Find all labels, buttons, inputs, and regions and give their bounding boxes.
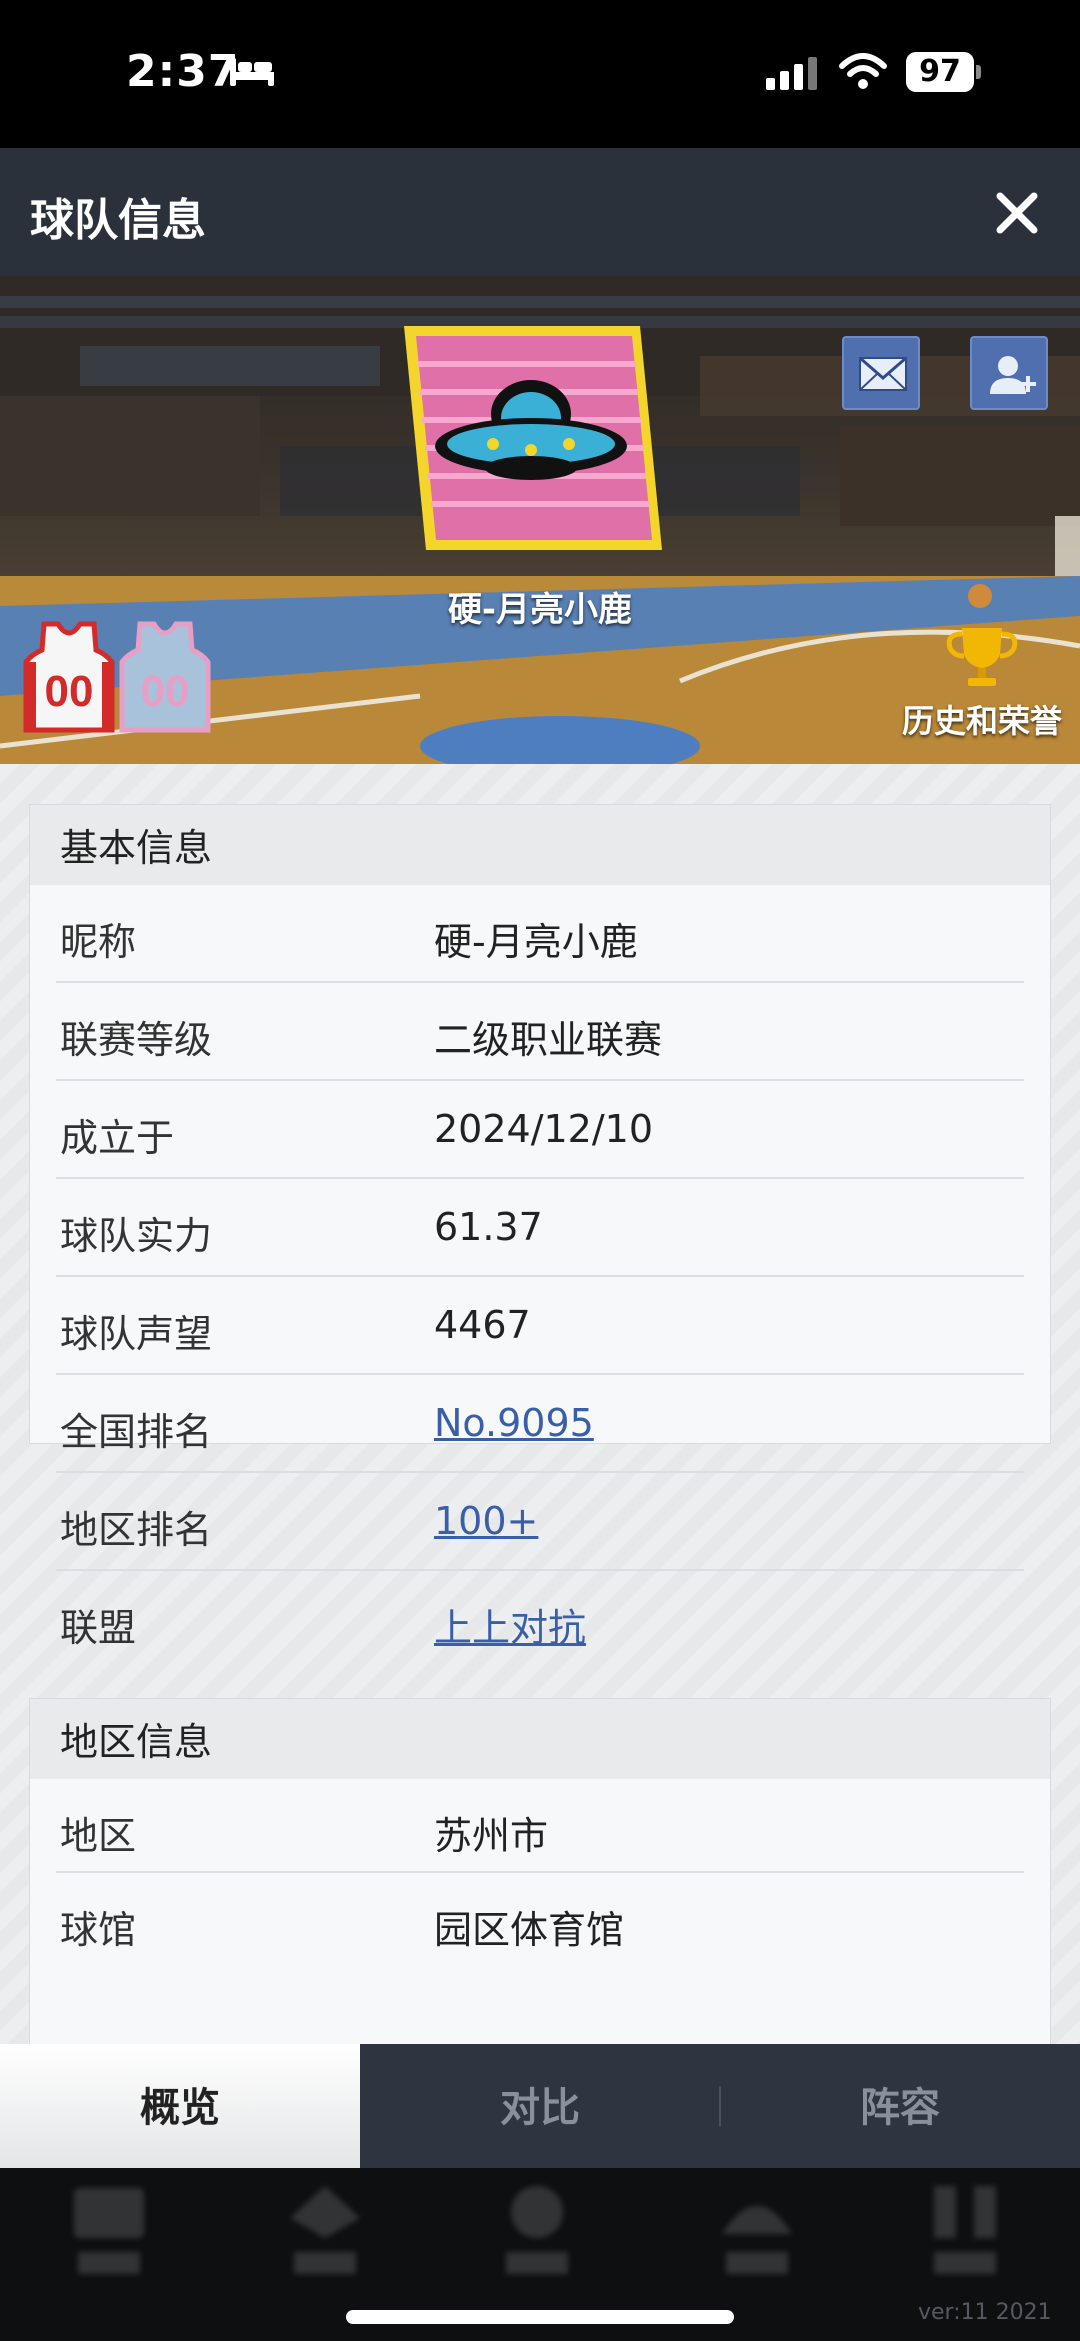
away-jersey-number: 00: [141, 667, 190, 716]
history-honors-button[interactable]: 历史和荣誉: [892, 624, 1072, 744]
content-area[interactable]: 基本信息 昵称 硬-月亮小鹿 联赛等级 二级职业联赛 成立于 2024/12/1…: [0, 764, 1080, 2044]
row-value: 园区体育馆: [434, 1908, 625, 1952]
nav-icon-blurred: [74, 2188, 144, 2274]
history-honors-label: 历史和荣誉: [901, 702, 1062, 740]
bottom-tab-bar: 概览 对比 阵容: [0, 2044, 1080, 2168]
info-row-reputation: 球队声望 4467: [56, 1277, 1024, 1375]
team-logo: [404, 326, 662, 550]
tab-overview[interactable]: 概览: [0, 2044, 360, 2168]
info-row-arena: 球馆 园区体育馆: [56, 1873, 1024, 1967]
row-label: 成立于: [60, 1116, 175, 1160]
nav-icon-blurred: [722, 2206, 792, 2274]
row-label: 球队实力: [60, 1214, 213, 1258]
nav-icon-blurred: [290, 2186, 360, 2274]
page-title: 球队信息: [30, 195, 206, 246]
row-value: 二级职业联赛: [434, 1018, 663, 1062]
wifi-icon: [839, 53, 887, 89]
add-friend-button[interactable]: [970, 336, 1048, 410]
home-jersey-icon[interactable]: 00: [22, 620, 116, 734]
row-label: 全国排名: [60, 1410, 213, 1454]
info-row-nickname: 昵称 硬-月亮小鹿: [56, 885, 1024, 983]
info-row-league-level: 联赛等级 二级职业联赛: [56, 983, 1024, 1081]
basic-info-card: 基本信息 昵称 硬-月亮小鹿 联赛等级 二级职业联赛 成立于 2024/12/1…: [29, 804, 1051, 1650]
row-label: 联盟: [60, 1606, 137, 1650]
info-row-strength: 球队实力 61.37: [56, 1179, 1024, 1277]
cellular-signal-icon: [766, 57, 817, 90]
row-label: 球馆: [60, 1908, 137, 1952]
nav-icon-blurred: [506, 2186, 568, 2274]
info-row-region: 地区 苏州市: [56, 1779, 1024, 1873]
close-icon[interactable]: [992, 188, 1042, 238]
status-bar: 2:37 97: [0, 0, 1080, 148]
trophy-icon: [946, 628, 1018, 686]
row-label: 昵称: [60, 920, 137, 964]
battery-tip: [976, 65, 981, 79]
version-text: ver:11 2021: [918, 2300, 1052, 2325]
header-bar: 球队信息: [0, 148, 1080, 276]
row-value: 61.37: [434, 1205, 543, 1249]
nav-icon-blurred: [934, 2186, 996, 2274]
alliance-link[interactable]: 上上对抗: [434, 1597, 586, 1652]
info-row-region-rank: 地区排名 100+: [56, 1473, 1024, 1571]
home-jersey-number: 00: [45, 667, 94, 716]
region-info-title: 地区信息: [30, 1699, 1050, 1779]
sleep-mode-icon: [230, 58, 274, 86]
row-label: 地区: [60, 1814, 137, 1858]
region-rank-link[interactable]: 100+: [434, 1499, 538, 1543]
battery-level: 97: [906, 52, 974, 92]
tab-compare[interactable]: 对比: [360, 2044, 720, 2168]
basic-info-title: 基本信息: [30, 805, 1050, 885]
row-value: 4467: [434, 1303, 531, 1347]
region-info-card: 地区信息 地区 苏州市 球馆 园区体育馆: [29, 1698, 1051, 2044]
away-jersey-icon[interactable]: 00: [118, 620, 212, 734]
info-row-national-rank: 全国排名 No.9095: [56, 1375, 1024, 1473]
row-label: 联赛等级: [60, 1018, 213, 1062]
national-rank-link[interactable]: No.9095: [434, 1401, 594, 1445]
row-label: 地区排名: [60, 1508, 213, 1552]
bottom-nav-background: ver:11 2021: [0, 2168, 1080, 2341]
mail-icon: [859, 356, 907, 391]
add-user-icon: [990, 356, 1036, 394]
tab-lineup[interactable]: 阵容: [720, 2044, 1080, 2168]
team-banner: 硬-月亮小鹿 00 00 历史和荣誉: [0, 276, 1080, 764]
row-label: 球队声望: [60, 1312, 213, 1356]
info-row-founded: 成立于 2024/12/10: [56, 1081, 1024, 1179]
row-value: 硬-月亮小鹿: [434, 920, 638, 964]
screen: { "status_bar": { "time": "2:37", "batte…: [0, 0, 1080, 2341]
row-value: 苏州市: [434, 1814, 549, 1858]
battery-indicator: 97: [906, 52, 981, 92]
message-button[interactable]: [842, 336, 920, 410]
info-row-alliance: 联盟 上上对抗: [56, 1571, 1024, 1669]
status-time: 2:37: [126, 46, 240, 97]
home-indicator[interactable]: [346, 2310, 734, 2324]
row-value: 2024/12/10: [434, 1107, 654, 1151]
